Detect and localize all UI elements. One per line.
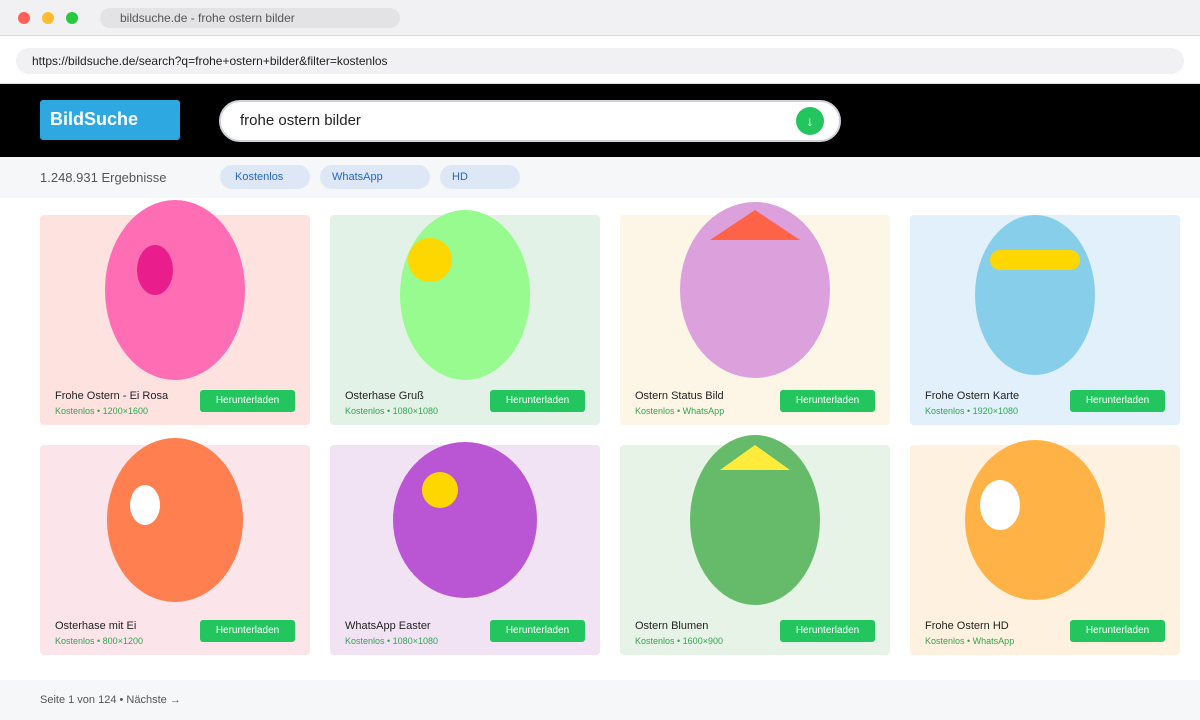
result-meta: Kostenlos • 1920×1080 xyxy=(925,406,1018,416)
result-card[interactable]: Osterhase Gruß Kostenlos • 1080×1080 Her… xyxy=(330,210,600,425)
egg-spot-decoration xyxy=(137,245,173,295)
result-meta: Kostenlos • WhatsApp xyxy=(925,636,1015,646)
result-title: Osterhase mit Ei xyxy=(55,620,137,632)
result-card[interactable]: WhatsApp Easter Kostenlos • 1080×1080 He… xyxy=(330,442,600,655)
url-field[interactable]: https://bildsuche.de/search?q=frohe+oste… xyxy=(16,48,1184,74)
maximize-window-button[interactable] xyxy=(66,12,78,24)
download-button[interactable]: Herunterladen xyxy=(780,620,875,642)
result-title: Frohe Ostern Karte xyxy=(925,390,1020,402)
window-titlebar: bildsuche.de - frohe ostern bilder xyxy=(0,0,1200,36)
egg-image xyxy=(975,215,1095,375)
result-meta: Kostenlos • 1080×1080 xyxy=(345,406,438,416)
download-button[interactable]: Herunterladen xyxy=(1070,390,1165,412)
result-meta: Kostenlos • 800×1200 xyxy=(55,636,143,646)
download-button[interactable]: Herunterladen xyxy=(1070,620,1165,642)
egg-sun-decoration xyxy=(408,238,452,282)
site-header: BildSuche frohe ostern bilder ↓ xyxy=(0,84,1200,157)
result-count: 1.248.931 Ergebnisse xyxy=(40,170,167,185)
egg-image xyxy=(105,200,245,380)
egg-spot-decoration xyxy=(130,485,160,525)
site-logo[interactable]: BildSuche xyxy=(40,100,180,140)
result-title: Ostern Blumen xyxy=(635,620,709,632)
address-bar: https://bildsuche.de/search?q=frohe+oste… xyxy=(0,36,1200,84)
egg-spot-decoration xyxy=(980,480,1020,530)
footer: Seite 1 von 124 • Nächste → xyxy=(0,680,1200,720)
result-card[interactable]: Ostern Blumen Kostenlos • 1600×900 Herun… xyxy=(620,435,890,655)
result-title: Frohe Ostern - Ei Rosa xyxy=(55,390,169,402)
result-meta: Kostenlos • 1080×1080 xyxy=(345,636,438,646)
search-box[interactable]: frohe ostern bilder ↓ xyxy=(219,100,841,142)
result-title: Ostern Status Bild xyxy=(635,390,724,402)
filter-chip-whatsapp[interactable]: WhatsApp xyxy=(320,165,430,189)
triangle-decoration xyxy=(710,210,800,240)
egg-sun-decoration xyxy=(422,472,458,508)
close-window-button[interactable] xyxy=(18,12,30,24)
download-button[interactable]: Herunterladen xyxy=(200,390,295,412)
download-button[interactable]: Herunterladen xyxy=(490,620,585,642)
search-input[interactable]: frohe ostern bilder xyxy=(240,102,361,140)
result-card[interactable]: Frohe Ostern HD Kostenlos • WhatsApp Her… xyxy=(910,440,1180,655)
download-button[interactable]: Herunterladen xyxy=(200,620,295,642)
egg-image xyxy=(400,210,530,380)
result-title: WhatsApp Easter xyxy=(345,620,431,632)
filter-chip-kostenlos[interactable]: Kostenlos xyxy=(220,165,310,189)
download-arrow-icon[interactable]: ↓ xyxy=(796,107,824,135)
result-card[interactable]: Ostern Status Bild Kostenlos • WhatsApp … xyxy=(620,202,890,425)
egg-image xyxy=(107,438,243,602)
egg-image xyxy=(393,442,537,598)
triangle-decoration xyxy=(720,445,790,470)
result-card[interactable]: Osterhase mit Ei Kostenlos • 800×1200 He… xyxy=(40,438,310,655)
result-card[interactable]: Frohe Ostern - Ei Rosa Kostenlos • 1200×… xyxy=(40,200,310,425)
result-title: Osterhase Gruß xyxy=(345,390,424,402)
result-meta: Kostenlos • WhatsApp xyxy=(635,406,725,416)
ribbon-decoration xyxy=(990,250,1080,270)
download-button[interactable]: Herunterladen xyxy=(490,390,585,412)
result-meta: Kostenlos • 1200×1600 xyxy=(55,406,148,416)
minimize-window-button[interactable] xyxy=(42,12,54,24)
result-title: Frohe Ostern HD xyxy=(925,620,1009,632)
filter-bar: 1.248.931 Ergebnisse Kostenlos WhatsApp … xyxy=(0,157,1200,198)
result-card[interactable]: Frohe Ostern Karte Kostenlos • 1920×1080… xyxy=(910,215,1180,425)
download-button[interactable]: Herunterladen xyxy=(780,390,875,412)
filter-chip-hd[interactable]: HD xyxy=(440,165,520,189)
pagination[interactable]: Seite 1 von 124 • Nächste → xyxy=(40,680,181,720)
browser-tab[interactable]: bildsuche.de - frohe ostern bilder xyxy=(100,8,400,28)
result-meta: Kostenlos • 1600×900 xyxy=(635,636,723,646)
